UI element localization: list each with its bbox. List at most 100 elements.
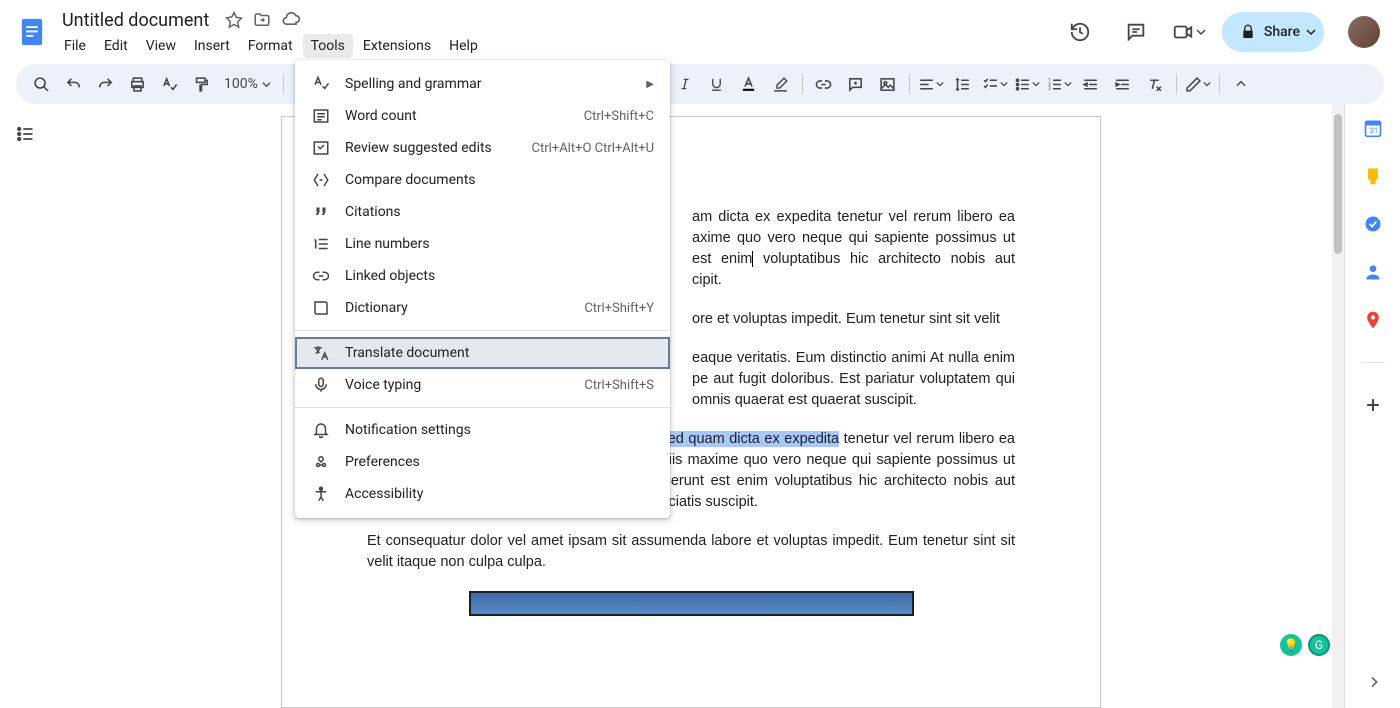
citations-icon xyxy=(311,203,331,221)
menu-format[interactable]: Format xyxy=(240,34,301,58)
grammarly-icon[interactable]: G xyxy=(1308,634,1330,656)
menu-item-label: Spelling and grammar xyxy=(345,76,632,92)
align-icon[interactable] xyxy=(916,70,946,98)
menu-item-label: Linked objects xyxy=(345,268,654,284)
folder-move-icon[interactable] xyxy=(253,11,271,29)
menu-item-label: Voice typing xyxy=(345,377,570,393)
menu-item-word-count[interactable]: Word count Ctrl+Shift+C xyxy=(295,100,670,132)
menu-item-accessibility[interactable]: Accessibility xyxy=(295,478,670,510)
paragraph[interactable]: Et consequatur dolor vel amet ipsam sit … xyxy=(367,531,1015,573)
accessibility-icon xyxy=(311,485,331,503)
tasks-icon[interactable] xyxy=(1363,214,1383,234)
underline-icon[interactable] xyxy=(702,70,732,98)
menu-item-shortcut: Ctrl+Shift+C xyxy=(584,109,654,124)
maps-icon[interactable] xyxy=(1363,310,1383,330)
menu-item-shortcut: Ctrl+Shift+S xyxy=(584,378,654,393)
menu-item-label: Word count xyxy=(345,108,570,124)
linked-icon xyxy=(311,267,331,285)
keep-icon[interactable] xyxy=(1363,166,1383,186)
collapse-toolbar-icon[interactable] xyxy=(1226,70,1256,98)
decrease-indent-icon[interactable] xyxy=(1076,70,1106,98)
notification-icon xyxy=(311,421,331,439)
show-outline-icon[interactable] xyxy=(15,124,35,708)
hide-sidepanel-icon[interactable] xyxy=(1366,674,1382,690)
menu-item-label: Preferences xyxy=(345,454,654,470)
menu-item-label: Translate document xyxy=(345,345,654,361)
print-icon[interactable] xyxy=(122,70,152,98)
menu-item-label: Notification settings xyxy=(345,422,654,438)
paint-format-icon[interactable] xyxy=(186,70,216,98)
dictionary-icon xyxy=(311,299,331,317)
increase-indent-icon[interactable] xyxy=(1108,70,1138,98)
zoom-selector[interactable]: 100% xyxy=(218,76,277,92)
italic-icon[interactable] xyxy=(670,70,700,98)
voice-icon xyxy=(311,376,331,394)
history-icon[interactable] xyxy=(1060,12,1100,52)
svg-text:3: 3 xyxy=(1048,86,1051,92)
titlebar: Untitled document FileEditViewInsertForm… xyxy=(0,0,1400,56)
menu-item-shortcut: Ctrl+Alt+O Ctrl+Alt+U xyxy=(532,141,654,156)
menu-item-label: Review suggested edits xyxy=(345,140,518,156)
spellcheck-icon[interactable] xyxy=(154,70,184,98)
numbered-list-icon[interactable]: 123 xyxy=(1044,70,1074,98)
menu-item-notification-settings[interactable]: Notification settings xyxy=(295,414,670,446)
review-icon xyxy=(311,139,331,157)
menu-item-dictionary[interactable]: DictionaryCtrl+Shift+Y xyxy=(295,292,670,324)
menu-item-voice-typing[interactable]: Voice typing Ctrl+Shift+S xyxy=(295,369,670,401)
menu-item-review-suggested-edits[interactable]: Review suggested edits Ctrl+Alt+O Ctrl+Al… xyxy=(295,132,670,164)
side-panel: 31 xyxy=(1344,104,1400,708)
insert-link-icon[interactable] xyxy=(809,70,839,98)
share-label: Share xyxy=(1264,24,1300,40)
line-spacing-icon[interactable] xyxy=(948,70,978,98)
undo-icon[interactable] xyxy=(58,70,88,98)
menubar: FileEditViewInsertFormatToolsExtensionsH… xyxy=(56,34,1060,58)
docs-logo[interactable] xyxy=(12,12,52,52)
menu-item-label: Dictionary xyxy=(345,300,570,316)
get-addons-icon[interactable] xyxy=(1363,395,1383,415)
document-title[interactable]: Untitled document xyxy=(56,8,215,33)
cloud-status-icon[interactable] xyxy=(281,10,301,30)
checklist-icon[interactable] xyxy=(980,70,1010,98)
compare-icon xyxy=(311,171,331,189)
insert-image-icon[interactable] xyxy=(873,70,903,98)
tools-menu-dropdown: Spelling and grammar▶ Word count Ctrl+Shif… xyxy=(295,60,670,518)
text-color-icon[interactable] xyxy=(734,70,764,98)
editing-mode-icon[interactable] xyxy=(1183,70,1213,98)
menu-extensions[interactable]: Extensions xyxy=(355,34,439,58)
comments-icon[interactable] xyxy=(1116,12,1156,52)
star-icon[interactable] xyxy=(225,11,243,29)
menu-item-line-numbers[interactable]: 1Line numbers xyxy=(295,228,670,260)
svg-text:31: 31 xyxy=(1369,126,1377,135)
menu-item-compare-documents[interactable]: Compare documents xyxy=(295,164,670,196)
menu-item-citations[interactable]: Citations xyxy=(295,196,670,228)
inline-image[interactable] xyxy=(469,591,914,616)
menu-view[interactable]: View xyxy=(138,34,184,58)
bulleted-list-icon[interactable] xyxy=(1012,70,1042,98)
account-avatar[interactable] xyxy=(1348,16,1380,48)
menu-help[interactable]: Help xyxy=(441,34,486,58)
lock-icon xyxy=(1240,24,1256,40)
redo-icon[interactable] xyxy=(90,70,120,98)
menu-item-label: Citations xyxy=(345,204,654,220)
contacts-icon[interactable] xyxy=(1363,262,1383,282)
linenumbers-icon: 1 xyxy=(311,235,331,253)
menu-item-translate-document[interactable]: Translate document xyxy=(295,337,670,369)
menu-tools[interactable]: Tools xyxy=(303,34,353,58)
menu-insert[interactable]: Insert xyxy=(186,34,238,58)
search-menus-icon[interactable] xyxy=(26,70,56,98)
grammarly-hint-icon[interactable]: 💡 xyxy=(1280,634,1302,656)
vertical-scrollbar[interactable] xyxy=(1332,104,1344,708)
toolbar: 100% 123 xyxy=(16,64,1384,104)
add-comment-icon[interactable] xyxy=(841,70,871,98)
menu-edit[interactable]: Edit xyxy=(96,34,136,58)
menu-item-spelling-and-grammar[interactable]: Spelling and grammar▶ xyxy=(295,68,670,100)
share-caret[interactable] xyxy=(1302,12,1324,52)
menu-item-linked-objects[interactable]: Linked objects xyxy=(295,260,670,292)
meet-button[interactable] xyxy=(1172,21,1206,43)
calendar-icon[interactable]: 31 xyxy=(1363,118,1383,138)
menu-item-preferences[interactable]: Preferences xyxy=(295,446,670,478)
menu-file[interactable]: File xyxy=(56,34,94,58)
clear-formatting-icon[interactable] xyxy=(1140,70,1170,98)
highlight-color-icon[interactable] xyxy=(766,70,796,98)
menu-item-label: Compare documents xyxy=(345,172,654,188)
